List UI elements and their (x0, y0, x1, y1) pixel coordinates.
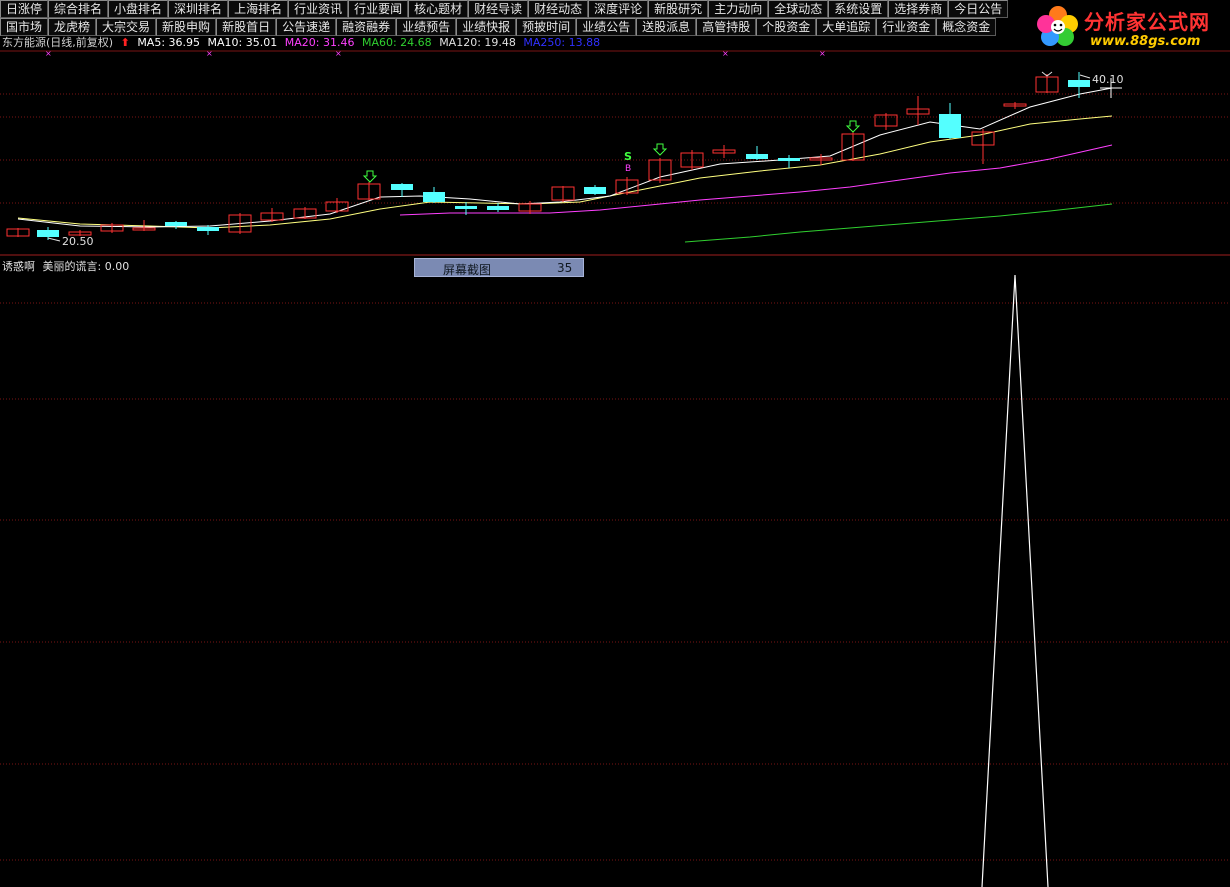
candle-body (584, 187, 606, 194)
x-marker: × (206, 49, 213, 58)
candle-body (939, 114, 961, 138)
x-marker: × (722, 49, 729, 58)
candle-body (1068, 80, 1090, 87)
high-price-label: 40.10 (1092, 73, 1124, 86)
candle-body (455, 206, 477, 209)
candle-body (197, 227, 219, 231)
down-arrow-icon (845, 120, 861, 133)
buy-signal-label: B (625, 164, 631, 174)
moving-average-lines (17, 87, 1113, 243)
candle-body (746, 154, 768, 159)
candle-body (165, 222, 187, 226)
down-arrow-icon (652, 143, 668, 156)
candle-body (487, 206, 509, 210)
signal-markers: × × × × × SB (45, 49, 1053, 183)
candle-body (778, 158, 800, 161)
ma5-line (17, 87, 1113, 228)
kline-chart[interactable]: × × × × × SB 20.50 40.10 (0, 0, 1230, 887)
x-marker: × (335, 49, 342, 58)
candle-body (37, 230, 59, 237)
ma60-line (684, 203, 1113, 243)
sell-signal-label: S (624, 150, 632, 163)
x-marker: × (819, 49, 826, 58)
candle-body (423, 192, 445, 202)
candle-body (391, 184, 413, 190)
indicator-pane (981, 274, 1049, 887)
down-arrow-icon (362, 170, 378, 183)
x-marker: × (45, 49, 52, 58)
low-price-label: 20.50 (62, 235, 94, 248)
indicator-line (981, 274, 1049, 887)
candlesticks (6, 72, 1122, 240)
